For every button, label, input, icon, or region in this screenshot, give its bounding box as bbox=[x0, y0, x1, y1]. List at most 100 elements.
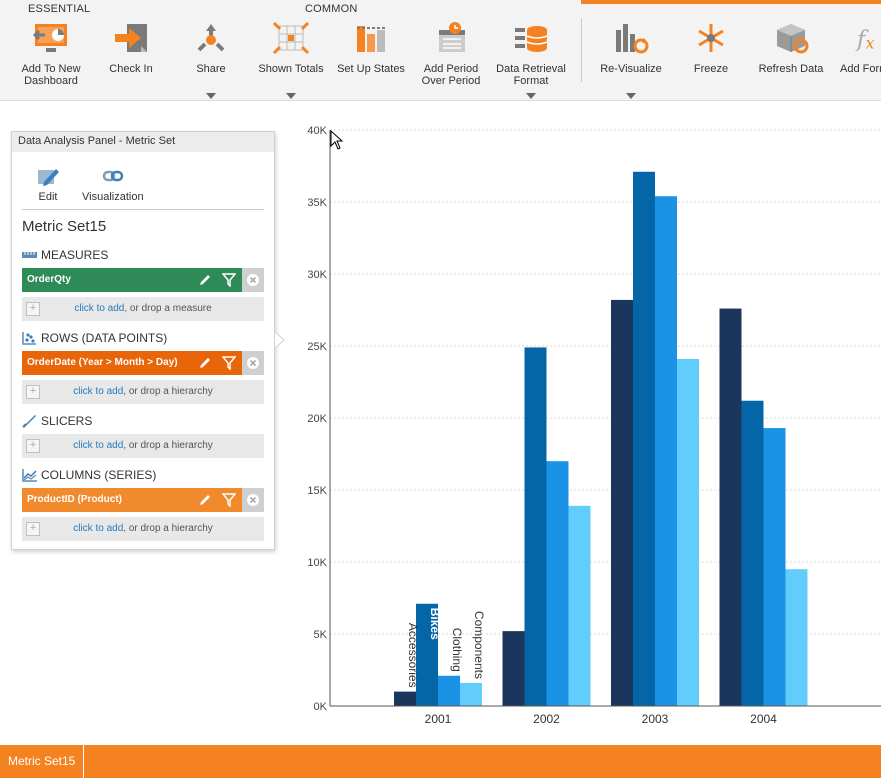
edit-pencil-icon[interactable] bbox=[194, 268, 216, 292]
bar-2003-components[interactable] bbox=[677, 358, 699, 706]
freeze-button[interactable]: Freeze bbox=[680, 18, 742, 98]
y-tick-label: 15K bbox=[307, 485, 327, 497]
group-label-essential: ESSENTIAL bbox=[28, 3, 91, 15]
data-retrieval-dropdown-icon[interactable] bbox=[526, 93, 536, 99]
y-tick-label: 0K bbox=[314, 701, 328, 713]
pencil-icon bbox=[38, 169, 59, 186]
y-tick-label: 35K bbox=[307, 197, 327, 209]
shown-totals-button[interactable]: Shown Totals bbox=[256, 18, 326, 99]
bar-chart[interactable]: 0K 5K 10K 15K 20K 25K 30K 35K 40K 2001 2002 2003 200… bbox=[290, 115, 881, 735]
add-period-button[interactable]: Add Period Over Period bbox=[416, 18, 486, 98]
remove-x-icon[interactable] bbox=[242, 268, 264, 292]
measure-chip-orderqty[interactable]: OrderQty bbox=[22, 268, 264, 292]
scatter-dots-icon bbox=[22, 331, 38, 345]
bar-2001-accessories[interactable] bbox=[394, 691, 416, 706]
add-column-hierarchy-row[interactable]: + click to add, or drop a hierarchy bbox=[22, 517, 264, 541]
share-button[interactable]: Share bbox=[180, 18, 242, 99]
shown-totals-icon bbox=[271, 18, 311, 58]
ribbon-accent-bar bbox=[581, 0, 881, 4]
bar-2004-bikes[interactable] bbox=[741, 400, 764, 706]
app-root: ESSENTIAL COMMON Add To New Dashboard Ch… bbox=[0, 0, 881, 778]
x-tick-label: 2004 bbox=[750, 712, 777, 726]
click-to-add-link[interactable]: click to add bbox=[73, 386, 123, 397]
data-analysis-panel: Data Analysis Panel - Metric Set Edit Vi… bbox=[11, 131, 285, 550]
y-tick-label: 10K bbox=[307, 557, 327, 569]
chart-gridlines bbox=[330, 129, 881, 635]
revisualize-icon bbox=[611, 18, 651, 58]
filter-funnel-icon[interactable] bbox=[218, 488, 240, 512]
filter-funnel-icon[interactable] bbox=[218, 268, 240, 292]
ribbon-separator bbox=[581, 18, 582, 82]
add-measure-row[interactable]: + click to add, or drop a measure bbox=[22, 297, 264, 321]
panel-divider bbox=[22, 209, 264, 210]
share-dropdown-icon[interactable] bbox=[206, 93, 216, 99]
measures-section-label: MEASURES bbox=[41, 248, 109, 262]
slicers-section-header: SLICERS bbox=[22, 414, 92, 428]
edit-pencil-icon[interactable] bbox=[194, 488, 216, 512]
drop-measure-text: , or drop a measure bbox=[124, 303, 212, 314]
bar-2002-accessories[interactable] bbox=[502, 631, 525, 706]
measure-chip-label: OrderQty bbox=[27, 274, 71, 285]
measures-section-header: MEASURES bbox=[22, 248, 108, 262]
add-to-dashboard-button[interactable]: Add To New Dashboard bbox=[16, 18, 86, 98]
row-chip-label: OrderDate (Year > Month > Day) bbox=[27, 357, 178, 368]
edit-pencil-icon[interactable] bbox=[194, 351, 216, 375]
visualization-tool-button[interactable]: Visualization bbox=[82, 166, 144, 203]
y-tick-label: 20K bbox=[307, 413, 327, 425]
click-to-add-link[interactable]: click to add bbox=[74, 303, 124, 314]
remove-x-icon[interactable] bbox=[242, 351, 264, 375]
y-tick-label: 25K bbox=[307, 341, 327, 353]
share-icon bbox=[191, 18, 231, 58]
bar-2001-clothing[interactable] bbox=[438, 675, 460, 706]
bar-2002-components[interactable] bbox=[568, 505, 591, 706]
add-formula-label: Add Formula bbox=[840, 63, 881, 75]
revisualize-dropdown-icon[interactable] bbox=[626, 93, 636, 99]
rows-section-header: ROWS (DATA POINTS) bbox=[22, 331, 167, 345]
set-up-states-button[interactable]: Set Up States bbox=[336, 18, 406, 98]
bar-2001-components[interactable] bbox=[460, 682, 482, 706]
bar-2003-bikes[interactable] bbox=[633, 171, 655, 706]
refresh-data-button[interactable]: Refresh Data bbox=[756, 18, 826, 98]
slicers-section-label: SLICERS bbox=[41, 414, 93, 428]
add-to-dashboard-label: Add To New Dashboard bbox=[21, 63, 81, 87]
row-chip-orderdate[interactable]: OrderDate (Year > Month > Day) bbox=[22, 351, 264, 375]
add-period-label: Add Period Over Period bbox=[421, 63, 481, 87]
bar-2003-clothing[interactable] bbox=[655, 196, 677, 706]
drop-hierarchy-text: , or drop a hierarchy bbox=[123, 440, 213, 451]
click-to-add-link[interactable]: click to add bbox=[73, 523, 123, 534]
link-chain-icon bbox=[102, 170, 124, 182]
bar-2002-bikes[interactable] bbox=[524, 347, 547, 706]
set-up-states-icon bbox=[351, 18, 391, 58]
refresh-cube-icon bbox=[771, 18, 811, 58]
slicer-knife-icon bbox=[22, 414, 38, 428]
bar-2004-clothing[interactable] bbox=[763, 428, 786, 706]
shown-totals-label: Shown Totals bbox=[258, 63, 324, 75]
refresh-data-label: Refresh Data bbox=[758, 63, 824, 75]
ruler-icon bbox=[22, 248, 38, 262]
bar-2003-accessories[interactable] bbox=[611, 299, 633, 706]
bar-2004-accessories[interactable] bbox=[719, 308, 742, 706]
data-retrieval-format-button[interactable]: Data Retrieval Format bbox=[494, 18, 568, 99]
click-to-add-link[interactable]: click to add bbox=[73, 440, 123, 451]
drop-hierarchy-text: , or drop a hierarchy bbox=[123, 523, 213, 534]
x-tick-label: 2003 bbox=[642, 712, 669, 726]
panel-pointer-arrow bbox=[275, 332, 285, 348]
add-row-hierarchy-row[interactable]: + click to add, or drop a hierarchy bbox=[22, 380, 264, 404]
status-bar bbox=[0, 745, 881, 778]
snowflake-icon bbox=[691, 18, 731, 58]
visualization-tool-label: Visualization bbox=[82, 191, 144, 203]
edit-tool-button[interactable]: Edit bbox=[36, 166, 60, 203]
shown-totals-dropdown-icon[interactable] bbox=[286, 93, 296, 99]
filter-funnel-icon[interactable] bbox=[218, 351, 240, 375]
check-in-icon bbox=[111, 18, 151, 58]
metric-set-tab[interactable]: Metric Set15 bbox=[0, 745, 85, 778]
column-chip-label: ProductID (Product) bbox=[27, 494, 122, 505]
add-formula-button[interactable]: f x Add Formula bbox=[836, 18, 881, 98]
revisualize-button[interactable]: Re-Visualize bbox=[596, 18, 666, 99]
bar-2004-components[interactable] bbox=[785, 569, 808, 706]
remove-x-icon[interactable] bbox=[242, 488, 264, 512]
add-slicer-row[interactable]: + click to add, or drop a hierarchy bbox=[22, 434, 264, 458]
bar-2002-clothing[interactable] bbox=[546, 461, 569, 706]
column-chip-productid[interactable]: ProductID (Product) bbox=[22, 488, 264, 512]
check-in-button[interactable]: Check In bbox=[98, 18, 164, 98]
